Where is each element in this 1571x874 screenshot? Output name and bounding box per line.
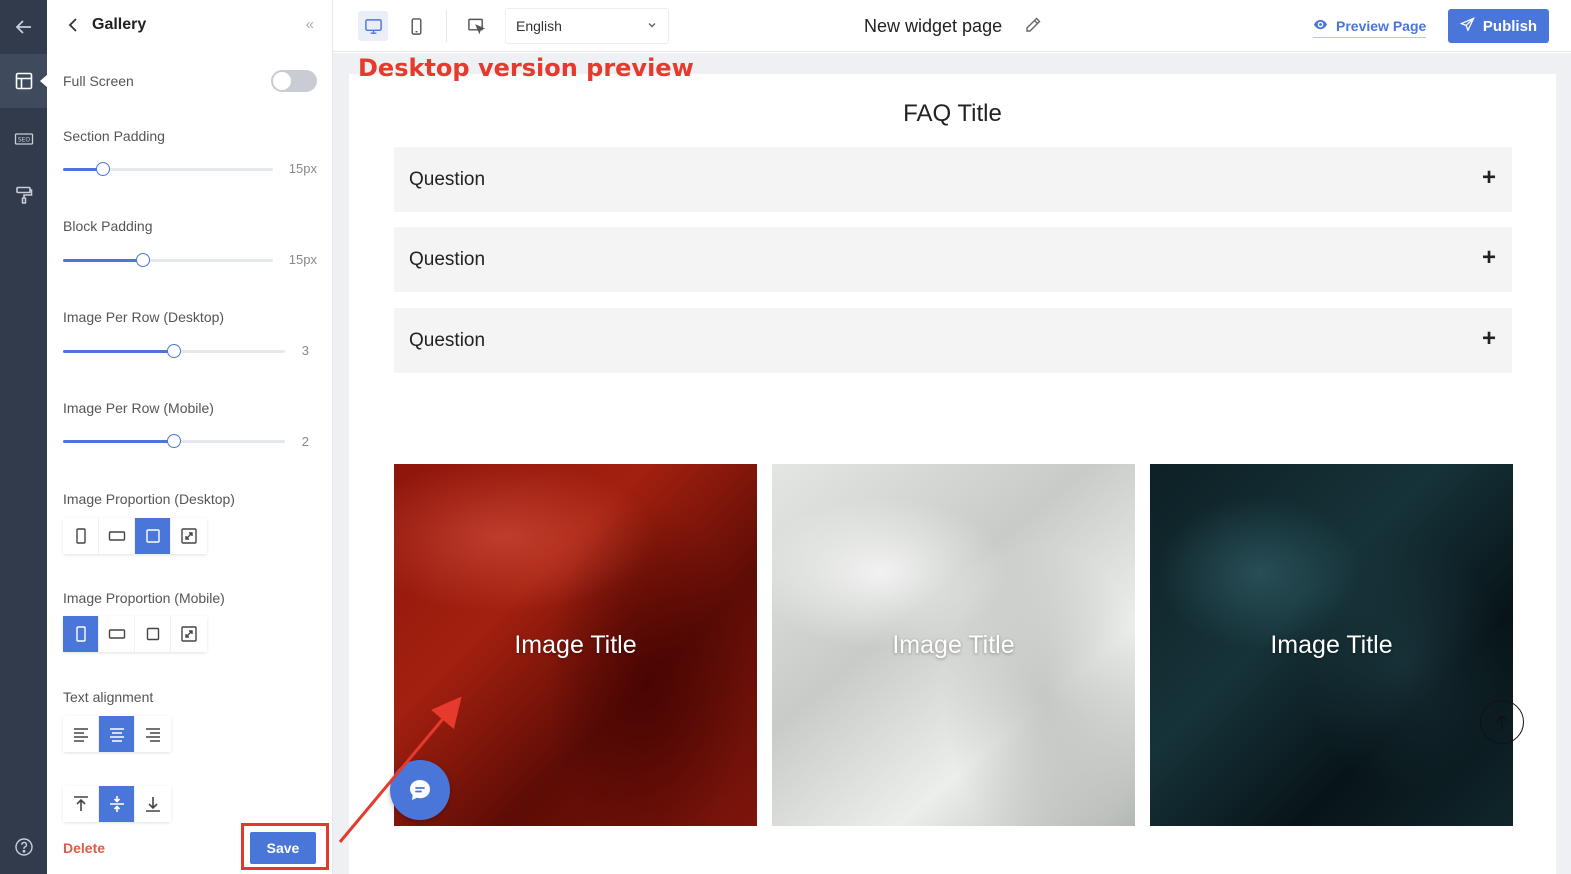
- top-toolbar: English New widget page Preview Page Pub…: [333, 0, 1571, 52]
- save-button[interactable]: Save: [250, 832, 316, 864]
- section-padding-slider[interactable]: [63, 162, 273, 176]
- plus-icon[interactable]: +: [1482, 325, 1496, 353]
- gallery-image-title: Image Title: [514, 630, 637, 659]
- block-padding-label: Block Padding: [63, 218, 153, 234]
- help-icon[interactable]: [0, 820, 47, 874]
- select-element-icon[interactable]: [461, 11, 491, 41]
- preview-page-label: Preview Page: [1336, 18, 1427, 34]
- settings-panel: Gallery « Full Screen Section Padding 15…: [47, 0, 333, 874]
- align-center-icon[interactable]: [99, 716, 135, 752]
- scroll-to-top-button[interactable]: [1480, 700, 1524, 744]
- preview-page-link[interactable]: Preview Page: [1313, 17, 1427, 38]
- paint-roller-icon[interactable]: [0, 168, 47, 222]
- align-right-icon[interactable]: [135, 716, 171, 752]
- delete-button[interactable]: Delete: [63, 840, 105, 856]
- faq-item[interactable]: Question +: [394, 227, 1512, 292]
- faq-item[interactable]: Question +: [394, 308, 1512, 373]
- section-padding-value: 15px: [288, 161, 317, 176]
- vertical-alignment-group: [63, 786, 171, 822]
- square-icon[interactable]: [135, 616, 171, 652]
- align-bottom-icon[interactable]: [135, 786, 171, 822]
- plus-icon[interactable]: +: [1482, 244, 1496, 272]
- send-icon: [1459, 16, 1475, 36]
- align-left-icon[interactable]: [63, 716, 99, 752]
- faq-title: FAQ Title: [903, 100, 1002, 127]
- language-value: English: [516, 18, 562, 34]
- full-screen-toggle[interactable]: [271, 70, 317, 92]
- landscape-icon[interactable]: [99, 518, 135, 554]
- language-select[interactable]: English: [505, 8, 669, 44]
- annotation-label: Desktop version preview: [358, 54, 694, 82]
- text-alignment-group: [63, 716, 171, 752]
- publish-label: Publish: [1482, 17, 1538, 35]
- left-rail: SEO: [0, 0, 48, 874]
- chat-bubble-icon[interactable]: [390, 760, 450, 820]
- back-arrow-icon[interactable]: [0, 0, 47, 54]
- faq-item[interactable]: Question +: [394, 147, 1512, 212]
- block-padding-slider[interactable]: [63, 253, 273, 267]
- text-alignment-label: Text alignment: [63, 689, 154, 705]
- toolbar-divider: [446, 10, 447, 42]
- faq-question: Question: [409, 330, 486, 351]
- gallery-image-red-silk[interactable]: Image Title: [394, 464, 757, 826]
- collapse-panel-icon[interactable]: «: [306, 16, 314, 33]
- desktop-view-icon[interactable]: [358, 11, 388, 41]
- per-row-desktop-slider[interactable]: [63, 344, 285, 358]
- seo-icon[interactable]: SEO: [0, 112, 47, 166]
- proportion-mobile-group: [63, 616, 207, 652]
- per-row-mobile-label: Image Per Row (Mobile): [63, 400, 214, 416]
- faq-question: Question: [409, 249, 486, 270]
- proportion-desktop-label: Image Proportion (Desktop): [63, 491, 235, 507]
- per-row-mobile-slider[interactable]: [63, 434, 285, 448]
- portrait-icon[interactable]: [63, 518, 99, 554]
- edit-pencil-icon[interactable]: [1023, 15, 1043, 35]
- align-top-icon[interactable]: [63, 786, 99, 822]
- block-padding-value: 15px: [288, 252, 317, 267]
- landscape-icon[interactable]: [99, 616, 135, 652]
- faq-question: Question: [409, 169, 486, 190]
- original-ratio-icon[interactable]: [171, 518, 207, 554]
- align-middle-icon[interactable]: [99, 786, 135, 822]
- proportion-mobile-label: Image Proportion (Mobile): [63, 590, 225, 606]
- gallery-image-title: Image Title: [892, 630, 1015, 659]
- page-title: New widget page: [864, 16, 1003, 36]
- per-row-desktop-value: 3: [301, 343, 309, 358]
- section-padding-label: Section Padding: [63, 128, 165, 144]
- chevron-left-icon[interactable]: [67, 16, 81, 34]
- per-row-desktop-label: Image Per Row (Desktop): [63, 309, 225, 325]
- proportion-desktop-group: [63, 518, 207, 554]
- portrait-icon[interactable]: [63, 616, 99, 652]
- per-row-mobile-value: 2: [301, 434, 309, 449]
- gallery-image-white-silk[interactable]: Image Title: [772, 464, 1135, 826]
- plus-icon[interactable]: +: [1482, 164, 1496, 192]
- chevron-down-icon: [646, 19, 658, 34]
- mobile-view-icon[interactable]: [401, 11, 431, 41]
- panel-title: Gallery: [92, 16, 147, 33]
- full-screen-label: Full Screen: [63, 73, 134, 89]
- square-icon[interactable]: [135, 518, 171, 554]
- svg-text:SEO: SEO: [17, 137, 30, 144]
- gallery-image-teal-silk[interactable]: Image Title: [1150, 464, 1513, 826]
- layout-icon[interactable]: [0, 54, 48, 108]
- eye-icon: [1313, 17, 1328, 35]
- original-ratio-icon[interactable]: [171, 616, 207, 652]
- publish-button[interactable]: Publish: [1448, 9, 1549, 43]
- gallery-image-title: Image Title: [1270, 630, 1393, 659]
